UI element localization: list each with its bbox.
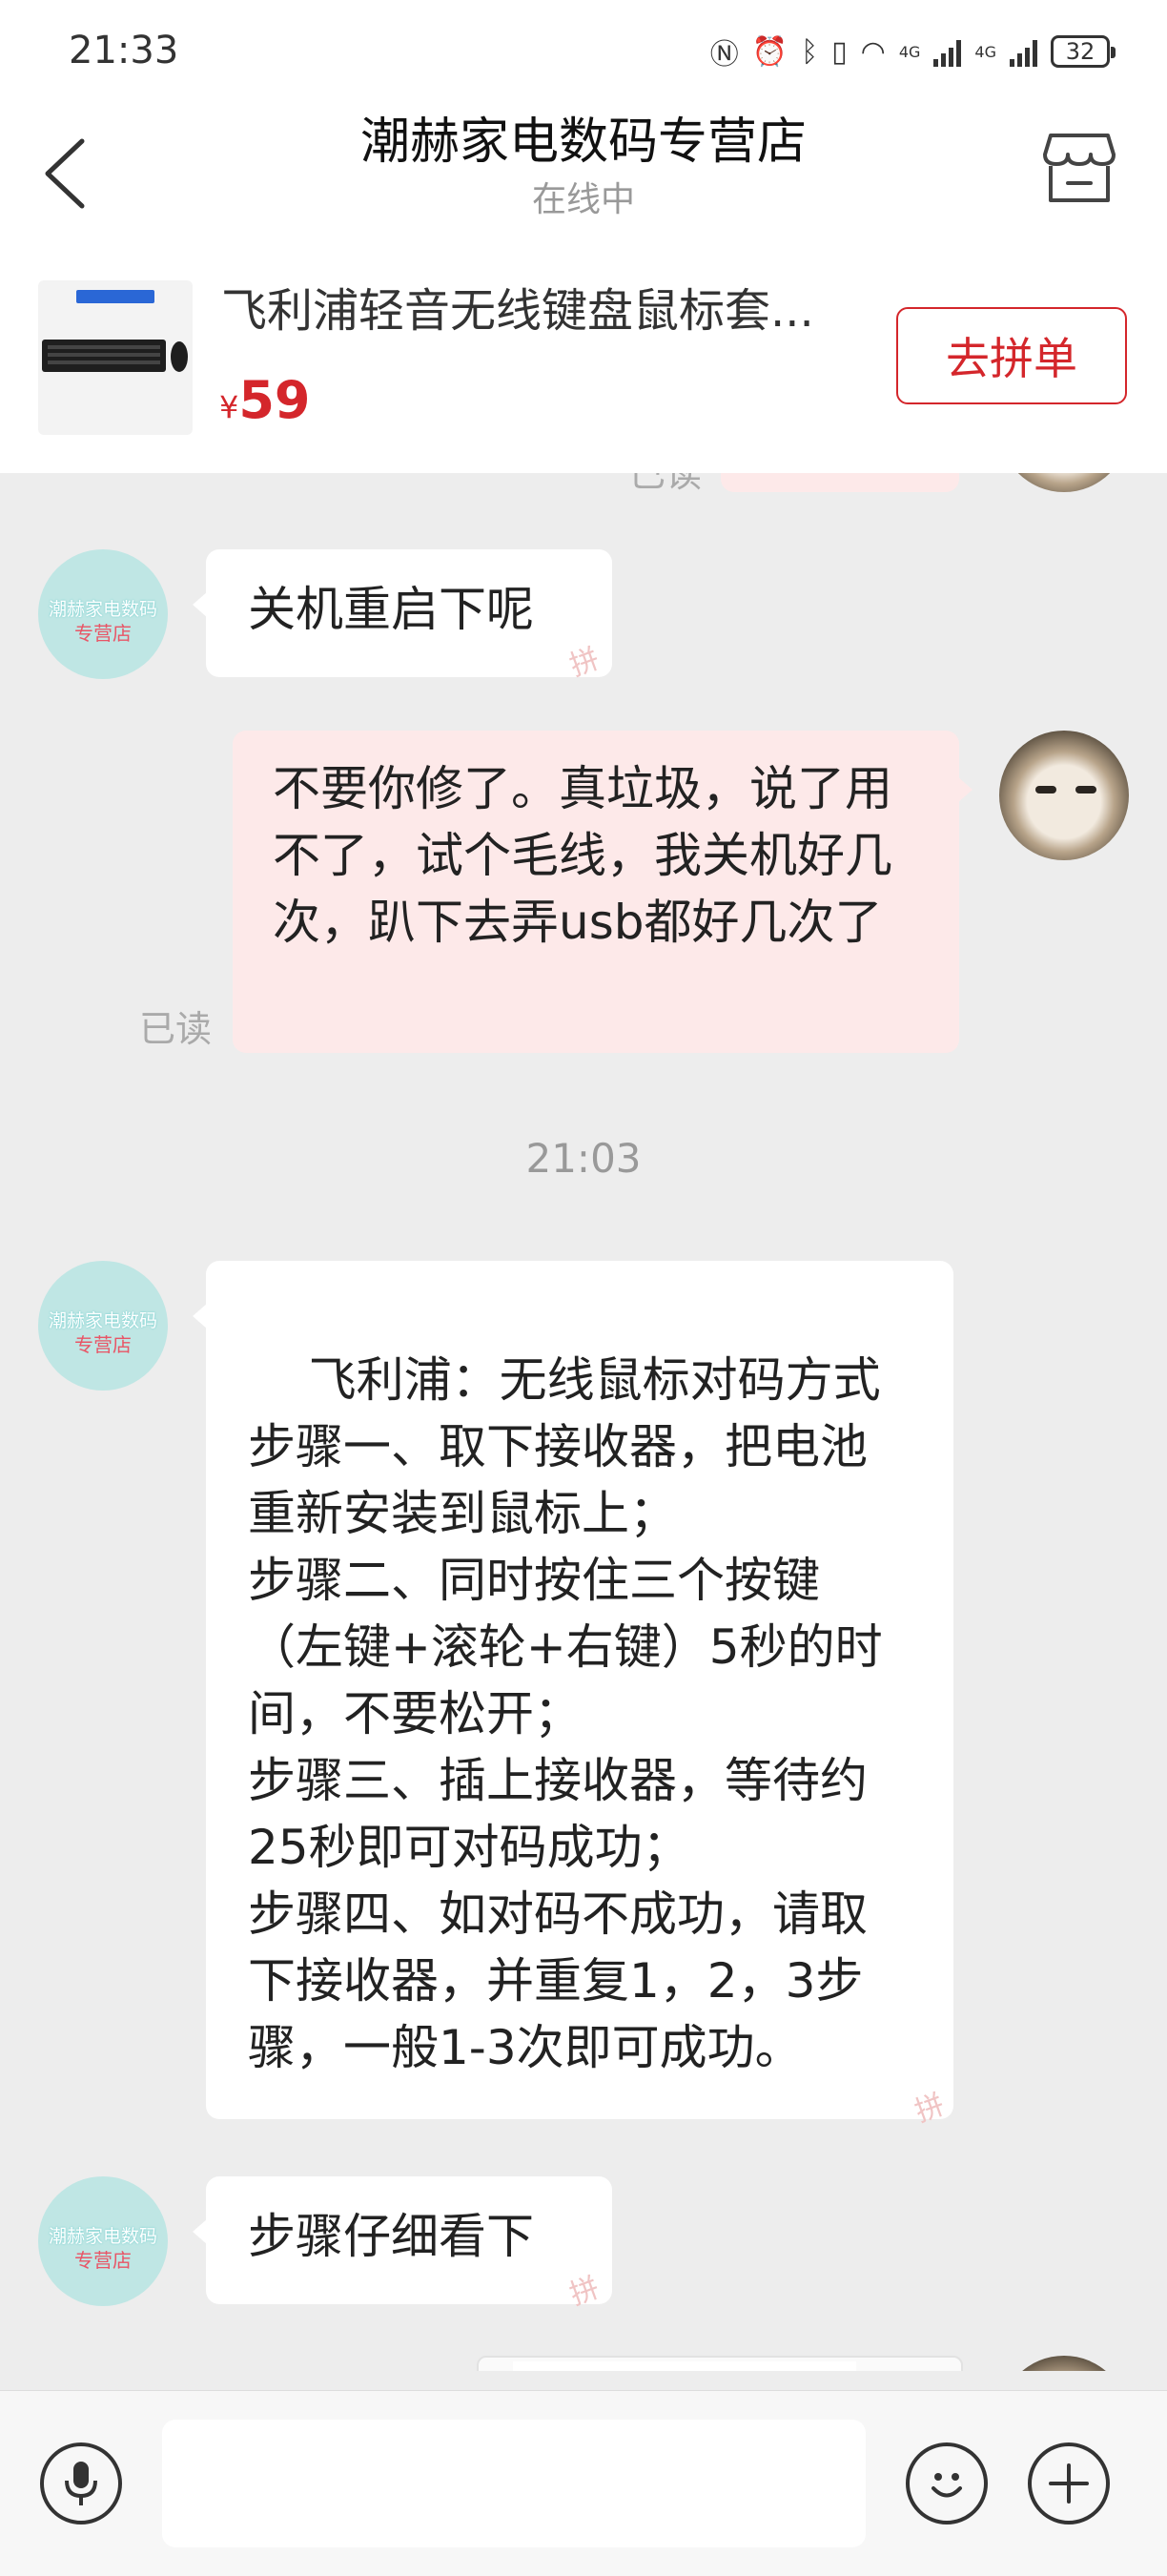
message-timestamp: 21:03 <box>525 1135 642 1182</box>
page-title: 潮赫家电数码专营店 <box>359 113 807 171</box>
group-buy-button[interactable]: 去拼单 <box>896 307 1127 404</box>
smiley-icon <box>932 2473 962 2498</box>
store-button[interactable] <box>1041 130 1117 206</box>
user-avatar[interactable] <box>999 2356 1129 2371</box>
product-card[interactable]: 飞利浦轻音无线键盘鼠标套... ¥59 去拼单 <box>0 248 1167 473</box>
message-text: 步骤仔细看下 <box>248 2209 534 2264</box>
status-bar: 21:33 Ⓝ ⏰ ᛒ ▯ ◠ 4G 4G 32 <box>0 0 1167 95</box>
product-image[interactable] <box>38 280 193 435</box>
message-input[interactable] <box>162 2420 866 2547</box>
battery-icon: 32 <box>1051 35 1116 68</box>
store-avatar[interactable]: 潮赫家电数码 专营店 <box>38 549 168 679</box>
status-time: 21:33 <box>69 29 179 72</box>
outgoing-image-message[interactable] <box>477 2356 963 2371</box>
user-avatar[interactable] <box>999 473 1129 492</box>
price-value: 59 <box>238 370 311 430</box>
price-currency: ¥ <box>219 389 239 425</box>
emoji-button[interactable] <box>906 2442 988 2524</box>
status-icons: Ⓝ ⏰ ᛒ ▯ ◠ 4G 4G 32 <box>709 31 1116 72</box>
online-status: 在线中 <box>531 180 635 219</box>
incoming-message[interactable]: 步骤仔细看下 <box>193 2176 612 2304</box>
microphone-icon <box>65 2462 97 2505</box>
voice-button[interactable] <box>40 2442 122 2524</box>
keyboard-mouse-image <box>42 340 188 372</box>
bluetooth-icon: ᛒ <box>801 34 819 69</box>
wifi-icon: ◠ <box>860 34 886 69</box>
read-receipt: 已读 <box>139 1008 213 1050</box>
incoming-message[interactable]: 飞利浦：无线鼠标对码方式 步骤一、取下接收器，把电池重新安装到鼠标上； 步骤二、… <box>193 1261 953 2119</box>
input-bar <box>0 2390 1167 2576</box>
product-price: ¥59 <box>219 370 311 430</box>
store-avatar[interactable]: 潮赫家电数码 专营店 <box>38 2176 168 2306</box>
network-label-2: 4G <box>974 42 996 61</box>
more-button[interactable] <box>1028 2442 1110 2524</box>
signal-icon-2 <box>1010 36 1037 67</box>
message-text: 关机重启下呢 <box>248 582 534 637</box>
user-avatar[interactable] <box>999 731 1129 860</box>
chat-header: 潮赫家电数码专营店 在线中 <box>0 95 1167 248</box>
outgoing-message[interactable]: 不要你修了。真垃圾，说了用不了，试个毛线，我关机好几次，趴下去弄usb都好几次了 <box>233 731 972 1053</box>
plus-icon <box>1049 2463 1089 2504</box>
message-text: 不要你修了。真垃圾，说了用不了，试个毛线，我关机好几次，趴下去弄usb都好几次了 <box>273 761 892 950</box>
vibrate-icon: ▯ <box>831 34 848 69</box>
product-title[interactable]: 飞利浦轻音无线键盘鼠标套... <box>221 273 850 340</box>
storefront-icon <box>1043 134 1116 202</box>
nfc-icon: Ⓝ <box>709 38 739 72</box>
alarm-icon: ⏰ <box>751 34 788 69</box>
store-avatar[interactable]: 潮赫家电数码 专营店 <box>38 1261 168 1391</box>
partial-message-bubble <box>721 473 959 492</box>
read-receipt: 已读 <box>629 473 703 495</box>
message-text: 飞利浦：无线鼠标对码方式 步骤一、取下接收器，把电池重新安装到鼠标上； 步骤二、… <box>248 1352 883 2075</box>
network-label: 4G <box>898 42 921 61</box>
incoming-message[interactable]: 关机重启下呢 <box>193 549 612 677</box>
signal-icon <box>933 36 962 67</box>
message-list[interactable]: 已读 潮赫家电数码 专营店 关机重启下呢 拼 不要你修了。真垃圾，说了用不了，试… <box>0 473 1167 2371</box>
